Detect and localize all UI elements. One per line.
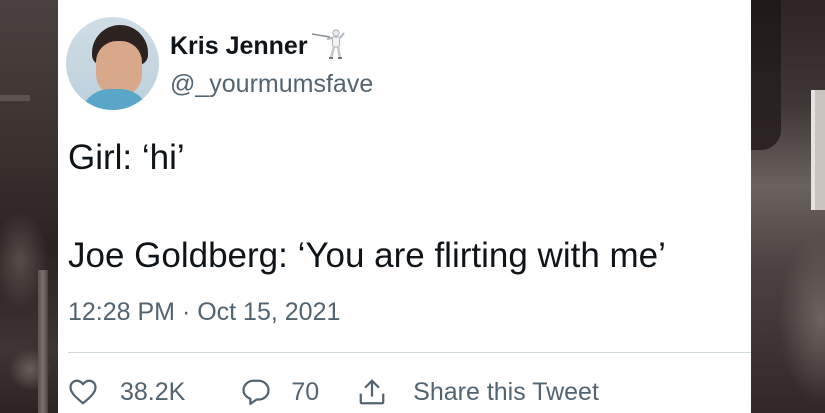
tweet-text-line: Girl: ‘hi’ <box>68 138 185 177</box>
like-count: 38.2K <box>120 377 186 406</box>
avatar[interactable] <box>66 17 159 110</box>
author-handle[interactable]: @_yourmumsfave <box>170 70 373 99</box>
screenshot-stage: Kris Jenner @_yourmumsfave Girl: ‘hi’ Jo… <box>0 0 825 413</box>
background-post <box>38 270 48 413</box>
author-name-row[interactable]: Kris Jenner <box>170 27 348 62</box>
avatar-shirt <box>80 89 150 110</box>
tweet-text-line: Joe Goldberg: ‘You are flirting with me’ <box>68 236 666 275</box>
background-shelf <box>0 95 30 101</box>
reply-button[interactable]: 70 <box>241 377 319 407</box>
fencer-icon <box>310 27 348 61</box>
background-figure <box>751 0 781 150</box>
share-button[interactable]: Share this Tweet <box>357 377 599 407</box>
share-arrow-icon <box>359 379 385 405</box>
background-photo-right <box>751 0 825 413</box>
background-photo-left <box>0 0 58 413</box>
tweet-actions-bar: 38.2K 70 Share this Tweet <box>68 372 599 412</box>
like-button[interactable]: 38.2K <box>68 377 185 407</box>
speech-bubble-icon <box>242 379 270 405</box>
heart-icon <box>69 379 97 405</box>
divider <box>68 352 751 353</box>
tweet-timestamp[interactable]: 12:28 PM · Oct 15, 2021 <box>68 298 340 327</box>
background-window <box>811 90 825 210</box>
author-display-name[interactable]: Kris Jenner <box>170 32 308 61</box>
reply-count: 70 <box>291 377 320 406</box>
tweet-card: Kris Jenner @_yourmumsfave Girl: ‘hi’ Jo… <box>58 0 751 413</box>
share-label: Share this Tweet <box>413 377 599 406</box>
